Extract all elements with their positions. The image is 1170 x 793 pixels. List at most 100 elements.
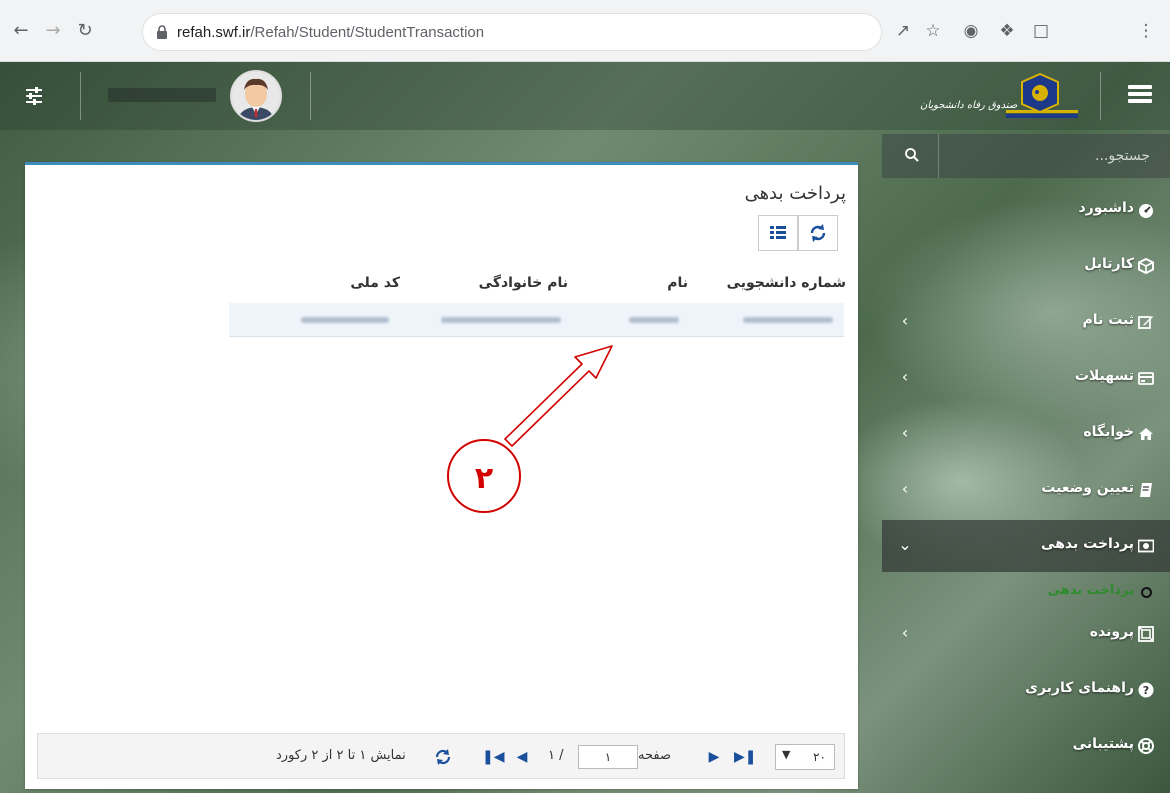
sidebar-subitem-debt-payment[interactable]: پرداخت بدهی: [882, 579, 1170, 605]
pagination-bar: ۲۰ ▼ ▶❚ ▶ صفحه ۱ / ۱ ◀ ❚◀ نمایش ۱ تا ۲ ا…: [37, 733, 845, 779]
national-code-redacted: [301, 317, 389, 323]
top-navbar: صندوق رفاه دانشجویان: [0, 62, 1170, 130]
chevron-left-icon: ›: [901, 423, 909, 442]
forward-icon[interactable]: →: [42, 20, 64, 42]
cube-icon: [1138, 258, 1154, 274]
back-icon[interactable]: ←: [10, 20, 32, 42]
page-number-value: ۱: [604, 750, 612, 764]
sidebar-item-file[interactable]: پرونده ›: [882, 608, 1170, 660]
avatar[interactable]: [230, 70, 282, 122]
refresh-button[interactable]: [798, 215, 838, 251]
navbar-divider: [1100, 72, 1101, 120]
sidebar-item-label: پرداخت بدهی: [1041, 536, 1134, 552]
sidebar-item-user-guide[interactable]: ? راهنمای کاربری: [882, 664, 1170, 716]
app-background: صندوق رفاه دانشجویان داشبورد کارتابل ثبت…: [0, 62, 1170, 793]
shield-icon[interactable]: ◉: [960, 20, 982, 42]
logo[interactable]: صندوق رفاه دانشجویان: [920, 70, 1080, 124]
refresh-icon: [810, 224, 826, 242]
sidebar-item-inbox[interactable]: کارتابل: [882, 240, 1170, 292]
list-view-button[interactable]: [758, 215, 798, 251]
page-size-select[interactable]: ۲۰ ▼: [775, 744, 835, 770]
card-icon: [1138, 372, 1154, 385]
chevron-left-icon: ›: [901, 367, 909, 386]
book-icon: [1140, 483, 1152, 497]
page-label: صفحه: [638, 748, 671, 763]
reload-icon[interactable]: ↻: [74, 20, 96, 42]
logo-text: صندوق رفاه دانشجویان: [920, 100, 1018, 111]
sidebar-item-label: پشتیبانی: [1072, 736, 1134, 752]
sidebar-item-dashboard[interactable]: داشبورد: [882, 184, 1170, 236]
pager-refresh-icon[interactable]: [434, 747, 452, 767]
chevron-left-icon: ›: [901, 623, 909, 642]
star-icon[interactable]: ☆: [922, 20, 944, 42]
user-name-redacted: [108, 88, 216, 102]
sidebar-item-dormitory[interactable]: خوابگاه ›: [882, 408, 1170, 460]
chevron-down-icon: ▼: [782, 748, 791, 761]
refah-logo-icon: [1006, 72, 1078, 118]
sidebar-item-status[interactable]: تعیین وضعیت ›: [882, 464, 1170, 516]
user-avatar-icon: [232, 72, 280, 120]
table-row[interactable]: [229, 303, 844, 337]
edit-icon: [1138, 316, 1153, 329]
sidebar-search: [882, 134, 1170, 178]
dashboard-icon: [1139, 204, 1153, 218]
page-number-input[interactable]: ۱: [578, 745, 638, 769]
navbar-divider: [310, 72, 311, 120]
sidebar-item-label: پرونده: [1089, 624, 1134, 640]
page-size-value: ۲۰: [813, 750, 826, 764]
list-icon: [770, 226, 786, 239]
column-header-student-number[interactable]: شماره دانشجویی: [727, 275, 846, 291]
sidebar-item-label: تعیین وضعیت: [1041, 480, 1134, 496]
column-header-first-name[interactable]: نام: [667, 275, 688, 291]
debt-payment-panel: پرداخت بدهی شماره دانشجویی نام نام خانوا…: [25, 162, 858, 789]
search-input[interactable]: [940, 140, 1160, 172]
sidebar-item-label: راهنمای کاربری: [1025, 680, 1134, 696]
puzzle-icon[interactable]: ❖: [996, 20, 1018, 42]
sidebar-item-facilities[interactable]: تسهیلات ›: [882, 352, 1170, 404]
share-icon[interactable]: ↗: [892, 20, 914, 42]
pager-summary: نمایش ۱ تا ۲ از ۲ رکورد: [276, 748, 406, 763]
hamburger-menu-icon[interactable]: [1125, 82, 1155, 110]
folder-icon: [1138, 626, 1154, 642]
question-icon: ?: [1138, 682, 1154, 698]
last-name-redacted: [441, 317, 561, 323]
navbar-divider: [80, 72, 81, 120]
support-icon: [1138, 738, 1154, 754]
sidebar-subitem-label: پرداخت بدهی: [1047, 583, 1134, 598]
last-page-icon[interactable]: ▶❚: [734, 747, 757, 767]
first-name-redacted: [629, 317, 679, 323]
home-icon: [1139, 428, 1153, 440]
chevron-down-icon: ⌄: [898, 535, 912, 554]
money-icon: [1138, 539, 1154, 553]
browser-toolbar: ← → ↻ refah.swf.ir/Refah/Student/Student…: [0, 0, 1170, 62]
sidebar-item-registration[interactable]: ثبت نام ›: [882, 296, 1170, 348]
circle-icon: [1141, 587, 1152, 598]
sidebar-item-label: داشبورد: [1078, 200, 1135, 216]
sidebar-item-label: کارتابل: [1084, 256, 1134, 272]
svg-text:?: ?: [1143, 684, 1149, 697]
address-bar[interactable]: refah.swf.ir/Refah/Student/StudentTransa…: [142, 13, 882, 51]
first-page-icon[interactable]: ❚◀: [482, 747, 505, 767]
sidebar-item-label: تسهیلات: [1074, 368, 1134, 384]
sidepanel-icon[interactable]: □: [1030, 20, 1052, 42]
sidebar-item-debt-payment[interactable]: پرداخت بدهی ⌄: [882, 520, 1170, 572]
sidebar-item-label: خوابگاه: [1083, 424, 1134, 440]
page-total: / ۱: [548, 748, 564, 763]
sidebar: داشبورد کارتابل ثبت نام › تسهیلات › خواب…: [882, 134, 1170, 793]
next-page-icon[interactable]: ▶: [706, 747, 722, 767]
chevron-left-icon: ›: [901, 311, 909, 330]
sliders-icon[interactable]: [20, 82, 48, 110]
lock-icon: [157, 25, 167, 39]
search-divider: [938, 134, 939, 178]
column-header-national-code[interactable]: کد ملی: [350, 275, 400, 291]
chevron-left-icon: ›: [901, 479, 909, 498]
sidebar-item-label: ثبت نام: [1082, 312, 1134, 328]
student-number-redacted: [743, 317, 833, 323]
previous-page-icon[interactable]: ◀: [514, 747, 530, 767]
page-title: پرداخت بدهی: [744, 183, 846, 204]
url-text: refah.swf.ir/Refah/Student/StudentTransa…: [177, 24, 485, 41]
kebab-menu-icon[interactable]: ⋮: [1135, 20, 1157, 42]
sidebar-item-support[interactable]: پشتیبانی: [882, 720, 1170, 772]
search-icon[interactable]: [904, 147, 920, 163]
column-header-last-name[interactable]: نام خانوادگی: [479, 275, 568, 291]
